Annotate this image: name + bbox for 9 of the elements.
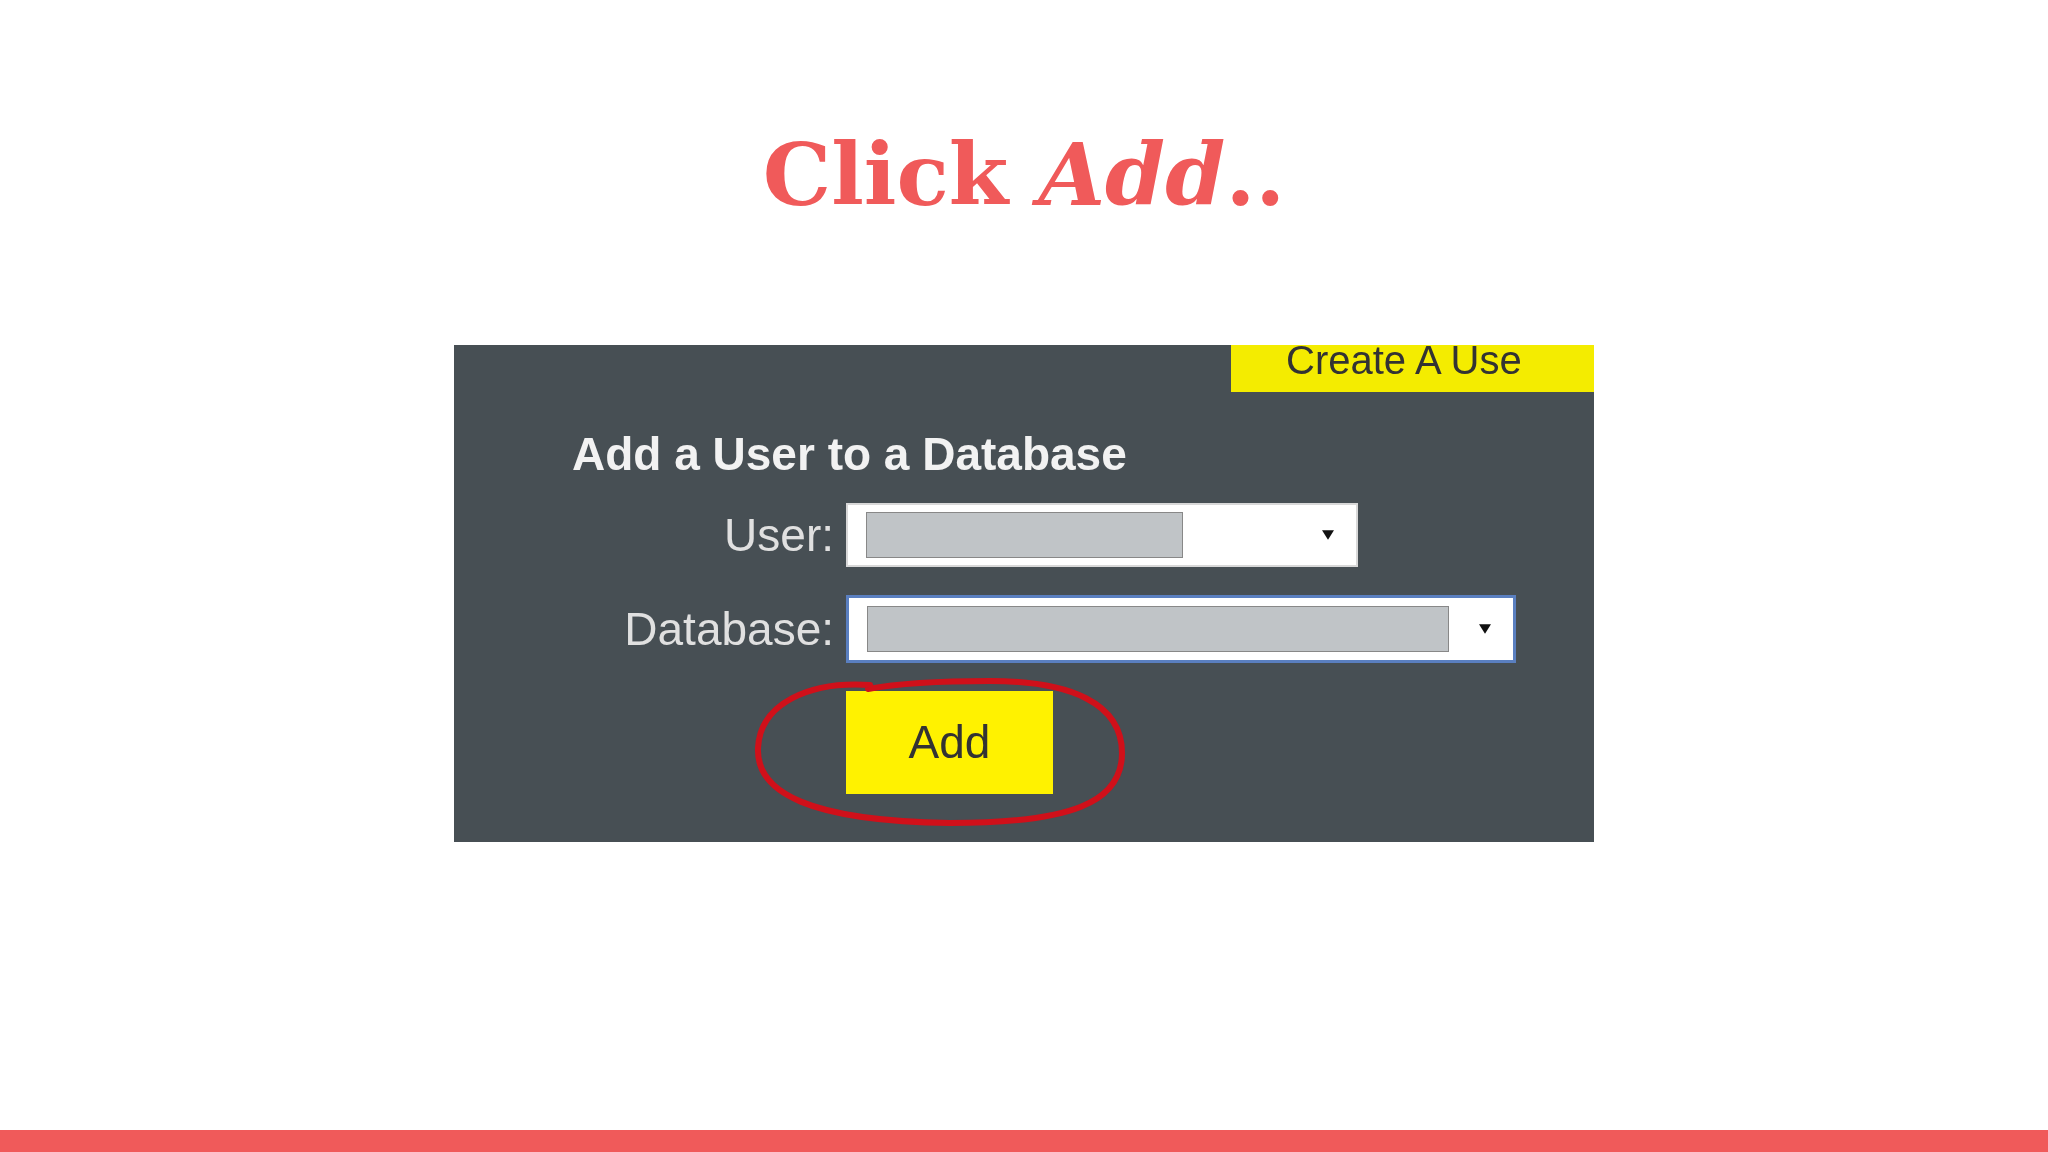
caret-icon [1322,529,1334,540]
field-label: User: [724,507,834,562]
slide-title: Click Add.. [762,128,1286,223]
form-heading: Add a User to a Database [572,426,1127,481]
dropdown-field[interactable] [846,594,1516,663]
caret-icon [1479,623,1491,634]
add-button[interactable]: Add [846,690,1053,794]
field-label: Database: [624,601,834,656]
create-user-tab[interactable]: Create A Use [1231,344,1594,392]
